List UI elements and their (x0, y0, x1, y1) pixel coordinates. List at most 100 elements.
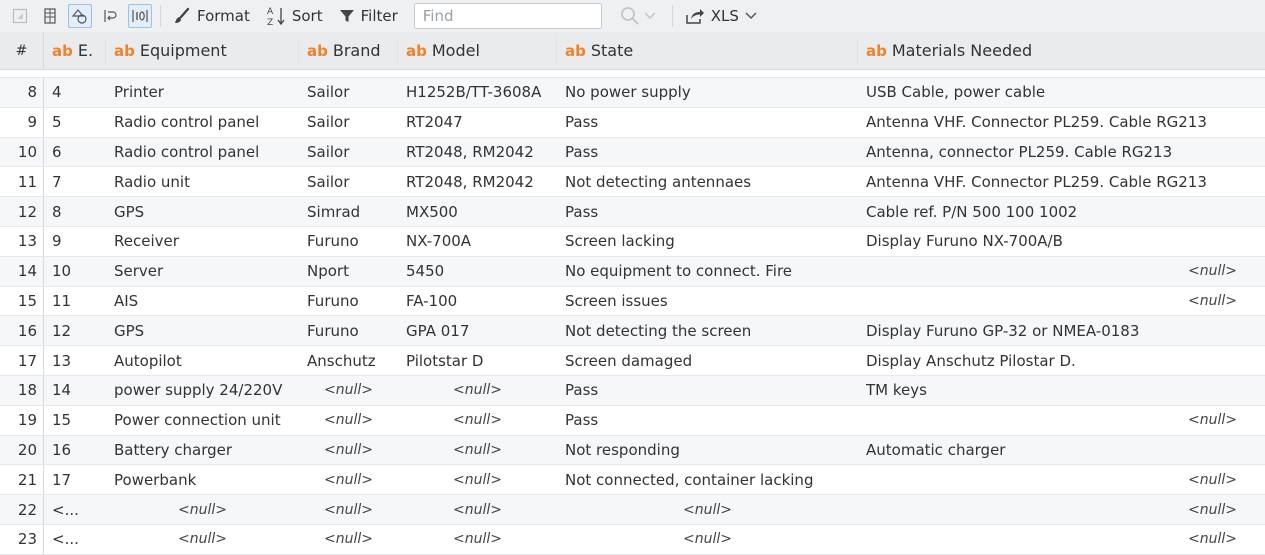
cell-equipment[interactable]: Radio control panel (106, 113, 299, 131)
binary-view-icon[interactable] (128, 4, 152, 28)
cell-model[interactable]: <null> (398, 502, 557, 518)
cell-e[interactable]: 8 (44, 203, 106, 221)
table-row[interactable]: 18 14 power supply 24/220V <null> <null> Pass… (0, 375, 1265, 406)
cell-model[interactable]: <null> (398, 472, 557, 488)
format-button[interactable]: Format (173, 4, 250, 28)
cell-model[interactable]: H1252B/TT-3608A (398, 83, 557, 101)
cell-state[interactable]: Pass (557, 113, 858, 131)
cell-materials-needed[interactable]: <null> (858, 502, 1265, 518)
cell-model[interactable]: MX500 (398, 203, 557, 221)
cell-brand[interactable]: Simrad (299, 203, 398, 221)
export-xls-button[interactable]: XLS (685, 4, 739, 28)
cell-state[interactable]: Screen issues (557, 292, 858, 310)
cell-equipment[interactable]: Radio unit (106, 173, 299, 191)
cell-state[interactable]: Not detecting antennaes (557, 173, 858, 191)
cell-materials-needed[interactable]: Display Anschutz Pilostar D. (858, 352, 1265, 370)
cell-materials-needed[interactable]: Antenna VHF. Connector PL259. Cable RG21… (858, 173, 1265, 191)
cell-e[interactable]: 11 (44, 292, 106, 310)
cell-equipment[interactable]: Receiver (106, 232, 299, 250)
cell-e[interactable]: 6 (44, 143, 106, 161)
cell-e[interactable]: 13 (44, 352, 106, 370)
cell-e[interactable]: 5 (44, 113, 106, 131)
cell-brand[interactable]: Sailor (299, 143, 398, 161)
cell-model[interactable]: <null> (398, 442, 557, 458)
cell-state[interactable]: No power supply (557, 83, 858, 101)
cell-materials-needed[interactable]: <null> (858, 531, 1265, 547)
cell-state[interactable]: <null> (557, 502, 858, 518)
cell-brand[interactable]: Nport (299, 262, 398, 280)
wrap-text-icon[interactable] (98, 4, 122, 28)
cell-state[interactable]: Not detecting the screen (557, 322, 858, 340)
cell-state[interactable]: No equipment to connect. Fire (557, 262, 858, 280)
table-row[interactable]: 8 4 Printer Sailor H1252B/TT-3608A No power s… (0, 78, 1265, 108)
cell-e[interactable]: 4 (44, 83, 106, 101)
cell-equipment[interactable]: AIS (106, 292, 299, 310)
cell-e[interactable]: 12 (44, 322, 106, 340)
header-e[interactable]: ab E. (44, 32, 106, 69)
cell-materials-needed[interactable]: Antenna VHF. Connector PL259. Cable RG21… (858, 113, 1265, 131)
cell-brand[interactable]: <null> (299, 472, 398, 488)
cell-state[interactable]: Pass (557, 411, 858, 429)
table-row[interactable]: 14 10 Server Nport 5450 No equipment to conne… (0, 256, 1265, 287)
cell-e[interactable]: <... (44, 530, 106, 548)
cell-equipment[interactable]: GPS (106, 203, 299, 221)
cell-state[interactable]: Pass (557, 381, 858, 399)
table-row[interactable]: 21 17 Powerbank <null> <null> Not connected, … (0, 465, 1265, 496)
cell-e[interactable]: 14 (44, 381, 106, 399)
cell-brand[interactable]: <null> (299, 531, 398, 547)
search-options-chevron-down-icon[interactable] (642, 4, 658, 28)
cell-equipment[interactable]: <null> (106, 502, 299, 518)
table-row[interactable]: 11 7 Radio unit Sailor RT2048, RM2042 Not det… (0, 167, 1265, 198)
cell-state[interactable]: Pass (557, 143, 858, 161)
cell-e[interactable]: 7 (44, 173, 106, 191)
table-row[interactable]: 9 5 Radio control panel Sailor RT2047 Pass Ant… (0, 107, 1265, 138)
table-row[interactable]: 10 6 Radio control panel Sailor RT2048, RM20… (0, 137, 1265, 168)
table-row[interactable]: 22 <... <null> <null> <null> <null> <null> (0, 495, 1265, 525)
cell-model[interactable]: RT2048, RM2042 (398, 173, 557, 191)
cell-equipment[interactable]: Battery charger (106, 441, 299, 459)
cell-brand[interactable]: <null> (299, 382, 398, 398)
cell-brand[interactable]: Sailor (299, 113, 398, 131)
cell-equipment[interactable]: Printer (106, 83, 299, 101)
cell-brand[interactable]: <null> (299, 412, 398, 428)
search-icon[interactable] (618, 4, 642, 28)
shapes-toggle-icon[interactable] (68, 4, 92, 28)
cell-model[interactable]: FA-100 (398, 292, 557, 310)
cell-equipment[interactable]: Server (106, 262, 299, 280)
cell-brand[interactable]: Sailor (299, 83, 398, 101)
table-row[interactable]: 23 <... <null> <null> <null> <null> <null> (0, 524, 1265, 555)
cell-model[interactable]: NX-700A (398, 232, 557, 250)
cell-state[interactable]: <null> (557, 531, 858, 547)
cell-materials-needed[interactable]: <null> (858, 412, 1265, 428)
cell-e[interactable]: 15 (44, 411, 106, 429)
table-row[interactable]: 19 15 Power connection unit <null> <null> Pas… (0, 405, 1265, 436)
cell-e[interactable]: 9 (44, 232, 106, 250)
cell-model[interactable]: <null> (398, 412, 557, 428)
cell-brand[interactable]: <null> (299, 442, 398, 458)
cell-equipment[interactable]: <null> (106, 531, 299, 547)
cell-materials-needed[interactable]: <null> (858, 293, 1265, 309)
select-all-icon[interactable] (8, 4, 32, 28)
cell-equipment[interactable]: Powerbank (106, 471, 299, 489)
cell-e[interactable]: 10 (44, 262, 106, 280)
cell-brand[interactable]: <null> (299, 502, 398, 518)
cell-equipment[interactable]: Autopilot (106, 352, 299, 370)
freeze-columns-icon[interactable] (38, 4, 62, 28)
cell-model[interactable]: 5450 (398, 262, 557, 280)
cell-equipment[interactable]: Power connection unit (106, 411, 299, 429)
cell-brand[interactable]: Furuno (299, 292, 398, 310)
header-materials-needed[interactable]: ab Materials Needed (858, 32, 1265, 69)
cell-materials-needed[interactable]: <null> (858, 472, 1265, 488)
header-brand[interactable]: ab Brand (299, 32, 398, 69)
export-options-chevron-down-icon[interactable] (743, 4, 759, 28)
table-row[interactable]: 16 12 GPS Furuno GPA 017 Not detecting the sc… (0, 316, 1265, 347)
cell-e[interactable]: 16 (44, 441, 106, 459)
cell-model[interactable]: <null> (398, 382, 557, 398)
cell-materials-needed[interactable]: USB Cable, power cable (858, 83, 1265, 101)
cell-state[interactable]: Screen lacking (557, 232, 858, 250)
cell-model[interactable]: GPA 017 (398, 322, 557, 340)
cell-model[interactable]: RT2047 (398, 113, 557, 131)
cell-brand[interactable]: Furuno (299, 232, 398, 250)
filter-button[interactable]: Filter (339, 4, 398, 28)
cell-materials-needed[interactable]: Display Furuno NX-700A/B (858, 232, 1265, 250)
